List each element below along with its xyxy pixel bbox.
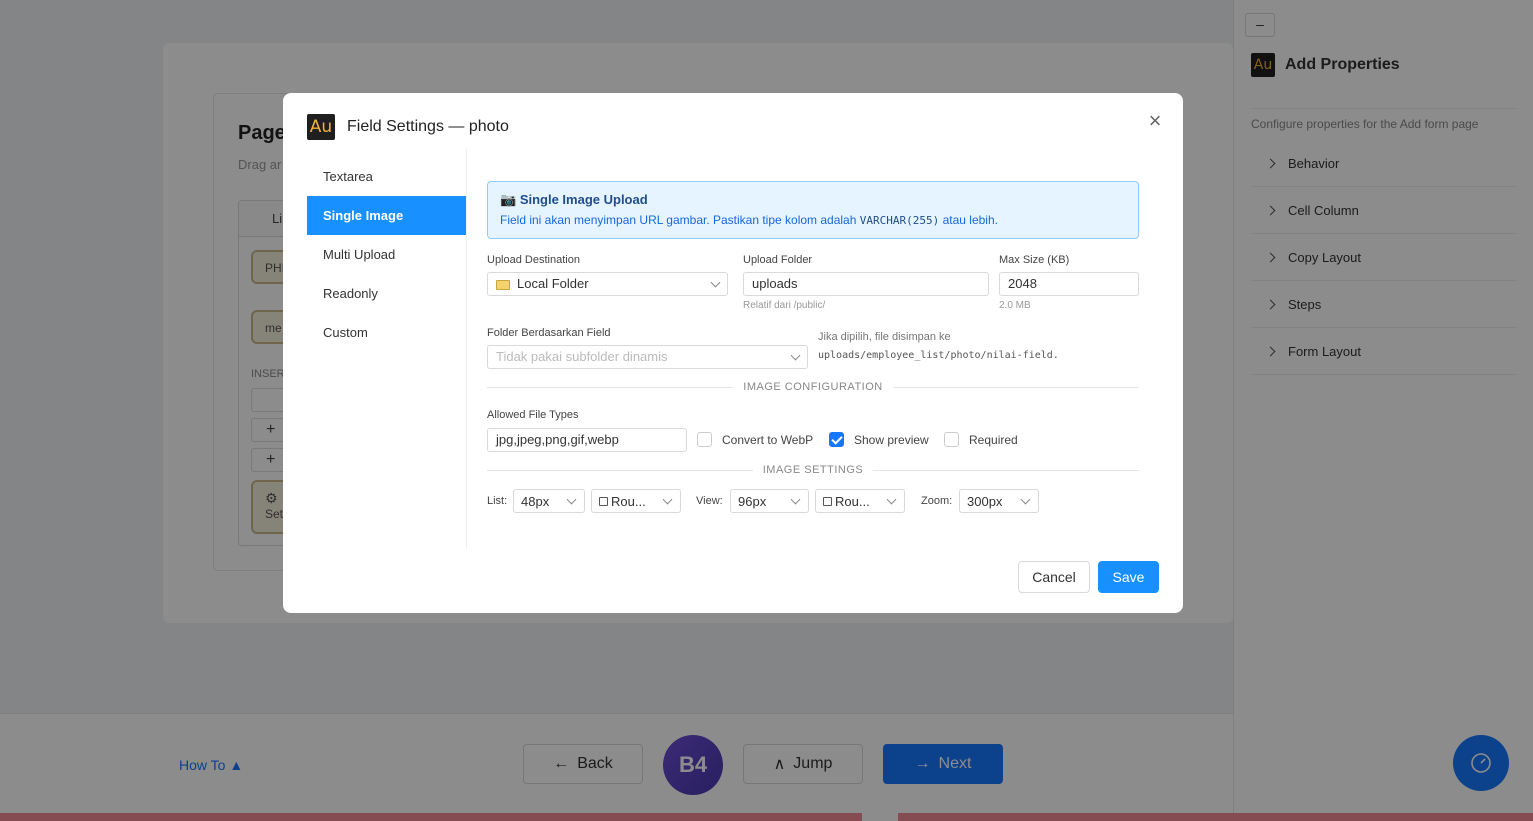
chevron-down-icon xyxy=(1020,494,1031,504)
field-type-nav: Textarea Single Image Multi Upload Reado… xyxy=(307,157,466,352)
folder-field-placeholder: Tidak pakai subfolder dinamis xyxy=(496,349,668,364)
folder-field-hint: Jika dipilih, file disimpan ke xyxy=(818,331,951,343)
view-size-select[interactable]: 96px xyxy=(730,489,809,513)
close-icon[interactable]: × xyxy=(1145,110,1165,132)
upload-folder-label: Upload Folder xyxy=(743,254,813,266)
nav-item-readonly[interactable]: Readonly xyxy=(307,274,466,313)
upload-destination-label: Upload Destination xyxy=(487,254,580,266)
nav-item-single-image[interactable]: Single Image xyxy=(307,196,466,235)
list-size-select[interactable]: 48px xyxy=(513,489,585,513)
view-shape-value: Rou... xyxy=(835,493,870,509)
nav-item-multi-upload[interactable]: Multi Upload xyxy=(307,235,466,274)
folder-field-select[interactable]: Tidak pakai subfolder dinamis xyxy=(487,345,808,369)
section-line xyxy=(892,386,1139,388)
nav-item-textarea[interactable]: Textarea xyxy=(307,157,466,196)
section-image-settings: IMAGE SETTINGS xyxy=(487,464,1140,476)
allowed-types-label: Allowed File Types xyxy=(487,409,579,421)
checkbox-label: Required xyxy=(969,432,1018,447)
allowed-types-input[interactable]: jpg,jpeg,png,gif,webp xyxy=(487,428,687,452)
folder-icon xyxy=(496,279,510,290)
checkbox-box xyxy=(944,432,959,447)
nav-item-custom[interactable]: Custom xyxy=(307,313,466,352)
chevron-down-icon xyxy=(886,494,897,504)
view-size-label: View: xyxy=(696,495,723,507)
view-shape-select[interactable]: Rou... xyxy=(815,489,905,513)
checkbox-label: Convert to WebP xyxy=(722,432,814,447)
info-alert: 📷 Single Image Upload Field ini akan men… xyxy=(487,181,1139,239)
max-size-label: Max Size (KB) xyxy=(999,254,1070,266)
convert-webp-checkbox[interactable]: Convert to WebP xyxy=(697,432,813,447)
section-line xyxy=(487,386,734,388)
info-text: Field ini akan menyimpan URL gambar. Pas… xyxy=(500,213,1126,227)
checkbox-box xyxy=(829,432,844,447)
checkbox-label: Show preview xyxy=(854,432,929,447)
list-size-label: List: xyxy=(487,495,508,507)
zoom-size-value: 300px xyxy=(967,493,1003,509)
chevron-down-icon xyxy=(790,350,801,360)
section-line xyxy=(873,469,1140,471)
max-size-input[interactable]: 2048 xyxy=(999,272,1139,296)
info-title-text: Single Image Upload xyxy=(519,192,648,207)
list-shape-value: Rou... xyxy=(611,493,646,509)
app-logo: Au xyxy=(307,114,335,140)
upload-destination-select[interactable]: Local Folder xyxy=(487,272,728,296)
folder-field-path: uploads/employee_list/photo/nilai-field. xyxy=(818,350,1059,361)
field-settings-modal: Au Field Settings — photo × Textarea Sin… xyxy=(283,93,1183,613)
square-icon xyxy=(823,496,832,506)
upload-destination-value: Local Folder xyxy=(517,276,589,291)
zoom-size-label: Zoom: xyxy=(921,495,953,507)
chevron-down-icon xyxy=(790,494,801,504)
square-icon xyxy=(599,496,608,506)
upload-folder-input[interactable]: uploads xyxy=(743,272,989,296)
zoom-size-select[interactable]: 300px xyxy=(959,489,1039,513)
max-size-help: 2.0 MB xyxy=(999,300,1031,311)
cancel-button[interactable]: Cancel xyxy=(1018,561,1090,593)
modal-title: Field Settings — photo xyxy=(347,118,509,135)
chevron-down-icon xyxy=(710,277,721,287)
info-text-before: Field ini akan menyimpan URL gambar. Pas… xyxy=(500,213,857,227)
list-shape-select[interactable]: Rou... xyxy=(591,489,681,513)
modal-header: Au Field Settings — photo xyxy=(307,114,509,140)
required-checkbox[interactable]: Required xyxy=(944,432,1018,447)
nav-divider xyxy=(466,149,467,549)
info-code: VARCHAR(255) xyxy=(859,214,940,227)
chevron-down-icon xyxy=(662,494,673,504)
section-title: IMAGE SETTINGS xyxy=(762,464,864,476)
info-title: 📷 Single Image Upload xyxy=(500,192,1126,208)
section-title: IMAGE CONFIGURATION xyxy=(743,381,883,393)
chevron-down-icon xyxy=(566,494,577,504)
section-line xyxy=(487,469,753,471)
checkbox-box xyxy=(697,432,712,447)
upload-folder-help: Relatif dari /public/ xyxy=(743,300,826,311)
show-preview-checkbox[interactable]: Show preview xyxy=(829,432,929,447)
camera-icon: 📷 xyxy=(500,192,517,207)
list-size-value: 48px xyxy=(521,493,550,509)
view-size-value: 96px xyxy=(738,493,767,509)
info-text-after: atau lebih. xyxy=(942,213,998,227)
save-button[interactable]: Save xyxy=(1098,561,1159,593)
section-image-configuration: IMAGE CONFIGURATION xyxy=(487,381,1139,393)
folder-field-label: Folder Berdasarkan Field xyxy=(487,327,611,339)
